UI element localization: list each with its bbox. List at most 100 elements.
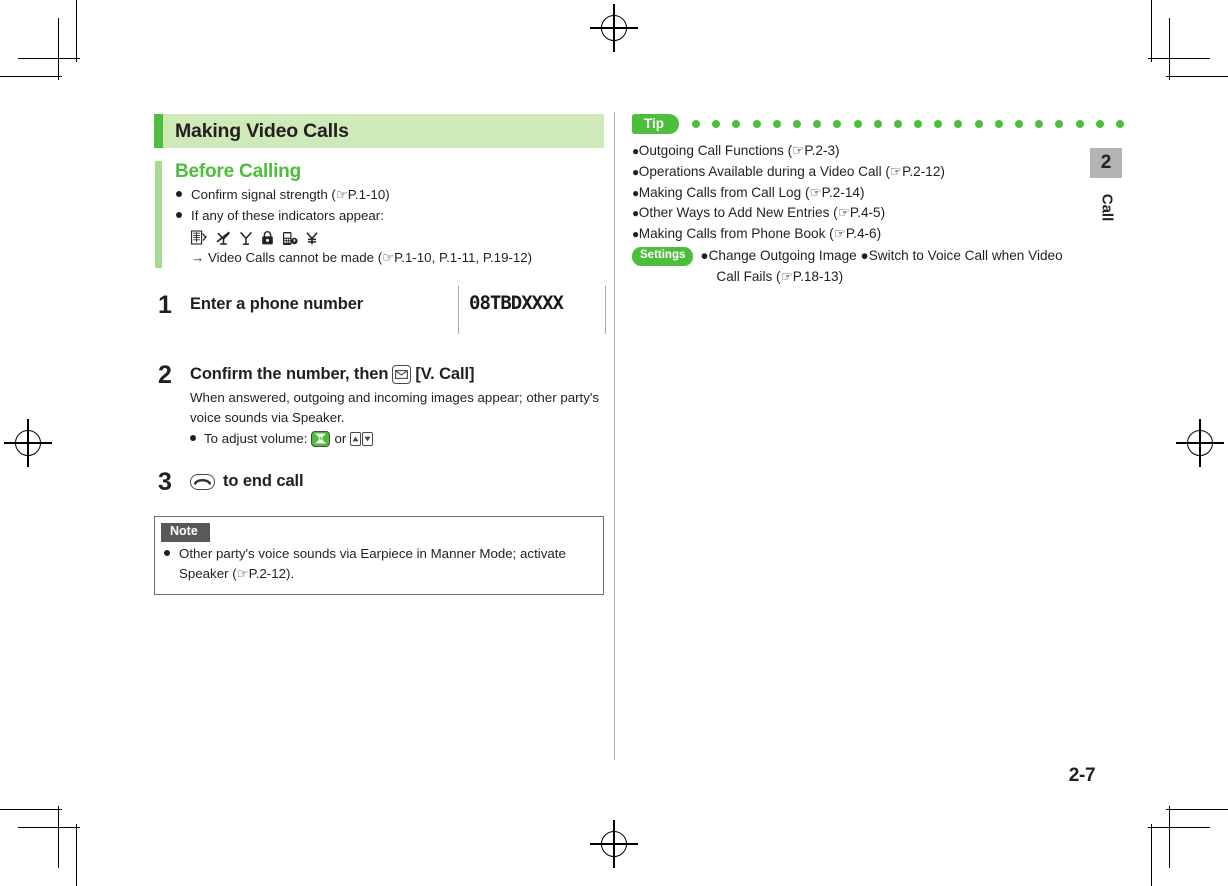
step-1: 1 Enter a phone number 08TBDXXXX [154,286,606,335]
tip-dot-icon [732,120,741,128]
tip-header: Tip [632,113,1124,135]
tip-badge-label: Tip [632,113,679,135]
end-call-key-icon [190,473,215,490]
navigation-key-icon [311,430,331,447]
settings-text: ●Change Outgoing Image ●Switch to Voice … [700,246,1072,288]
tip-bullet-icon: ● [632,227,639,242]
note-tag-label: Note [161,523,210,542]
tip-dot-icon [712,120,721,128]
settings-row: Settings ●Change Outgoing Image ●Switch … [632,246,1072,288]
step-number: 1 [158,291,172,320]
antenna-icon [239,230,253,247]
settings-line-2: Call Fails (☞P.18-13) [716,268,844,284]
step-2: 2 Confirm the number, then [V. Call] Whe… [154,360,604,449]
bullet-dot-icon [176,190,182,197]
tip-dot-icon [873,120,882,128]
tip-dot-icon [954,120,963,128]
bullet-dot-icon [190,434,196,441]
column-divider [614,112,615,760]
chapter-tab-number: 2 [1090,148,1122,178]
tip-dot-icon [994,120,1003,128]
tip-dot-icon [1115,120,1124,128]
phone-screen-capture: 08TBDXXXX [458,286,606,335]
page-number: 2-7 [1068,765,1096,786]
tip-dot-icon [934,120,943,128]
step-heading-text: Confirm the number, then [190,364,389,383]
mail-key-icon [392,364,412,384]
tip-list-item: ●Operations Available during a Video Cal… [632,162,1072,183]
bullet-text: If any of these indicators appear: [191,208,384,224]
volume-down-key-icon [362,431,374,446]
manual-page: Making Video Calls Before Calling Confir… [0,0,1228,886]
settings-line-1: ●Change Outgoing Image ●Switch to Voice … [700,247,1063,263]
section-side-bar [155,161,162,269]
phone-lock-icon [282,230,298,247]
step-heading-suffix: to end call [223,471,304,490]
tip-dot-icon [914,120,923,128]
tip-bullet-icon: ● [632,206,639,221]
indicator-icon-row [191,228,604,248]
bullet-text: Confirm signal strength (☞P.1-10) [191,186,390,202]
before-calling-section: Before Calling Confirm signal strength (… [154,161,604,269]
chapter-label-text: Call [1098,193,1116,221]
note-text: Other party's voice sounds via Earpiece … [179,545,566,581]
bullet-dot-icon [164,549,170,556]
tip-dot-icon [974,120,983,128]
left-column: Making Video Calls Before Calling Confir… [154,114,606,595]
no-signal-icon [215,230,232,247]
tip-list-item: ●Making Calls from Phone Book (☞P.4-6) [632,224,1072,245]
tip-dot-icon [792,120,801,128]
step-number: 3 [158,467,172,496]
step-body-text: When answered, outgoing and incoming ima… [190,390,600,425]
tip-bullet-icon: ● [632,185,639,200]
bullet-item: Confirm signal strength (☞P.1-10) [175,185,604,205]
step-number: 2 [158,360,172,389]
tip-item-list: ●Outgoing Call Functions (☞P.2-3) ●Opera… [632,141,1072,288]
tip-dot-icon [853,120,862,128]
right-column: Tip ●Outgoing Call Functions (☞P.2-3) ●O… [632,113,1124,288]
tip-item-text: Other Ways to Add New Entries (☞P.4-5) [638,205,886,221]
step-sub-item: To adjust volume: or [190,429,604,449]
subsection-heading: Before Calling [175,161,301,182]
tip-dot-icon [1055,120,1064,128]
out-of-service-area-icon [191,230,208,247]
tip-item-text: Operations Available during a Video Call… [638,163,945,179]
tip-item-text: Making Calls from Phone Book (☞P.4-6) [638,226,882,242]
lock-icon [260,230,275,247]
tip-dot-icon [1075,120,1084,128]
tip-bullet-icon: ● [632,164,639,179]
tip-list-item: ●Other Ways to Add New Entries (☞P.4-5) [632,203,1072,224]
note-box: Note Other party's voice sounds via Earp… [154,516,604,595]
volume-up-key-icon [350,431,362,446]
sub-text: To adjust volume: [204,430,308,446]
tip-list-item: ●Making Calls from Call Log (☞P.2-14) [632,183,1072,204]
bullet-item: If any of these indicators appear: [175,206,604,226]
note-bullet-item: Other party's voice sounds via Earpiece … [163,544,595,584]
step-heading-text: Enter a phone number [190,295,364,314]
tip-dot-icon [1095,120,1104,128]
bullet-dot-icon [176,212,182,219]
page-title: Making Video Calls [175,119,349,142]
tip-dot-icon [692,120,700,128]
tip-dot-icon [813,120,822,128]
tip-dot-icon [893,120,902,128]
title-accent-bar [154,114,163,148]
tip-bullet-icon: ● [632,144,639,158]
step-heading-suffix: [V. Call] [415,364,475,383]
tip-dot-icon [1015,120,1023,128]
result-line: → Video Calls cannot be made (☞P.1-10, P… [191,250,533,266]
sub-mid-text: or [334,430,347,446]
tip-dot-icon [1035,120,1044,128]
yen-icon [305,230,319,247]
settings-badge-label: Settings [632,246,694,266]
tip-item-text: Outgoing Call Functions (☞P.2-3) [638,143,840,158]
chapter-number: 2 [1100,152,1112,173]
tip-item-text: Making Calls from Call Log (☞P.2-14) [638,184,865,200]
tip-dot-icon [833,120,842,128]
tip-list-item: ●Outgoing Call Functions (☞P.2-3) [632,141,1072,162]
phone-number-display: 08TBDXXXX [469,292,564,315]
chapter-tab-label: Call [1096,182,1118,232]
section-title-bar: Making Video Calls [154,114,604,148]
tip-dot-decoration [692,120,1124,128]
step-3: 3 to end call [154,468,604,496]
